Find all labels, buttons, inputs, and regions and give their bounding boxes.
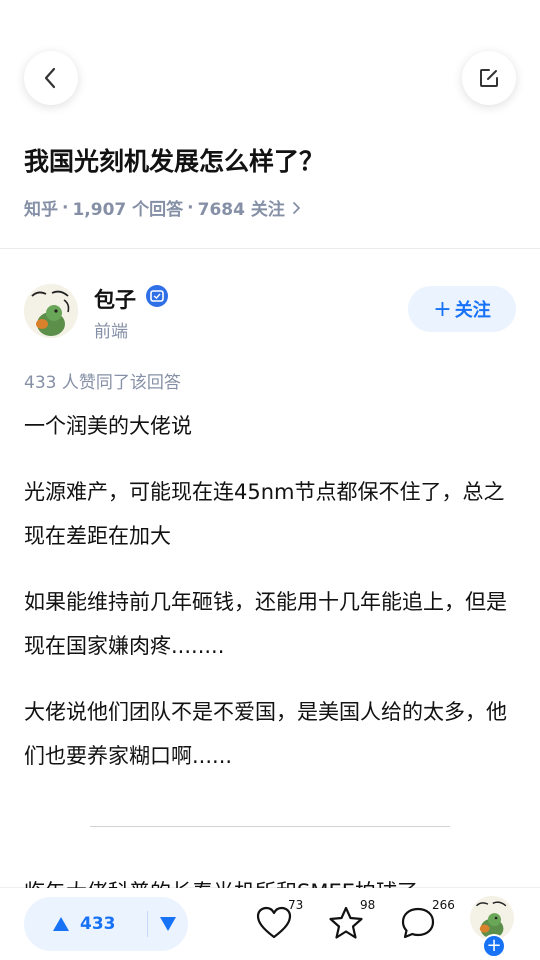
follow-plus-icon[interactable]: + (482, 934, 506, 958)
follow-label: 关注 (454, 300, 491, 321)
meta-separator: · (62, 197, 69, 218)
header-divider (0, 248, 540, 249)
upvote-count: 433 (80, 914, 116, 934)
heart-icon (256, 906, 292, 939)
comment-count: 266 (432, 898, 455, 912)
answer-paragraph: 如果能维持前几年砸钱，还能用十几年能追上，但是现在国家嫌肉疼........ (24, 590, 507, 658)
question-source: 知乎 (24, 200, 58, 220)
content-divider (90, 826, 450, 827)
author-name[interactable]: 包子 (94, 284, 136, 314)
downvote-button[interactable] (148, 897, 188, 951)
favorite-button[interactable]: 98 (328, 898, 378, 948)
question-meta[interactable]: 知乎 · 1,907 个回答 · 7684 关注 (24, 195, 301, 220)
plus-icon: + (433, 296, 452, 322)
triangle-up-icon (53, 917, 69, 931)
follower-count: 7684 关注 (197, 200, 285, 220)
favorite-count: 98 (360, 898, 376, 912)
author-avatar[interactable] (24, 284, 78, 338)
answer-paragraph: 一个润美的大佬说 (24, 414, 192, 438)
triangle-down-icon (160, 917, 176, 931)
write-answer-button[interactable] (462, 51, 516, 105)
answer-count: 1,907 个回答 (72, 200, 184, 220)
meta-separator: · (187, 197, 194, 218)
star-icon (329, 906, 363, 939)
follow-button[interactable]: + 关注 (408, 286, 516, 332)
chevron-left-icon (44, 67, 56, 89)
verified-badge-icon (146, 285, 168, 307)
comment-button[interactable]: 266 (400, 898, 455, 948)
chevron-right-icon (292, 201, 300, 214)
like-count: 73 (288, 898, 304, 912)
answer-paragraph-partial: 临午大佬科普的长春光机所和SMEE拍球了 (24, 870, 516, 890)
answer-paragraph: 大佬说他们团队不是不爱国，是美国人给的太多，他们也要养家糊口啊...... (24, 700, 507, 768)
author-description: 前端 (94, 322, 128, 342)
answer-paragraph: 光源难产，可能现在连45nm节点都保不住了，总之现在差距在加大 (24, 480, 505, 548)
like-button[interactable]: 73 (256, 898, 306, 948)
avatar-illustration (24, 284, 78, 338)
answer-content: 一个润美的大佬说 光源难产，可能现在连45nm节点都保不住了，总之现在差距在加大… (24, 404, 516, 800)
vote-control: 433 (24, 897, 188, 951)
upvote-summary: 433 人赞同了该回答 (24, 373, 181, 393)
question-title[interactable]: 我国光刻机发展怎么样了？ (24, 142, 516, 178)
upvote-button[interactable]: 433 (24, 897, 119, 951)
back-button[interactable] (24, 51, 78, 105)
edit-icon (480, 69, 498, 87)
comment-bubble-icon (401, 907, 435, 939)
